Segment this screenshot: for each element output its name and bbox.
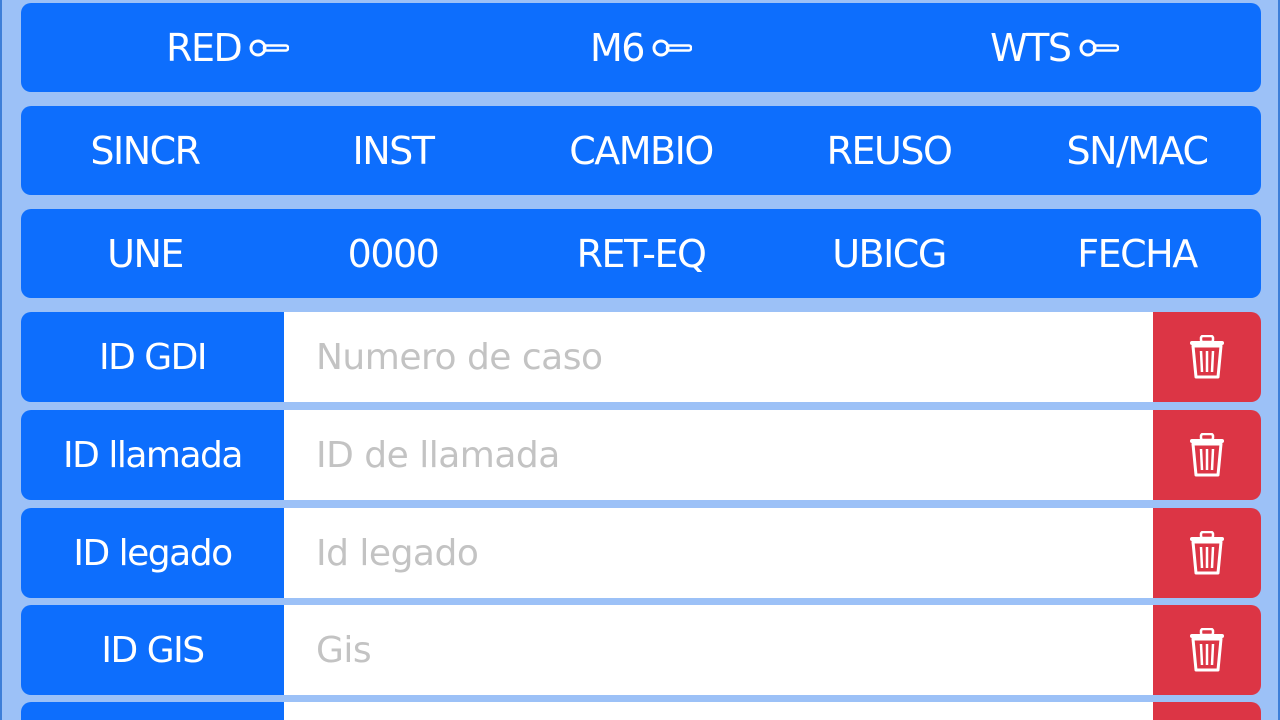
id-gis-input[interactable]: [284, 605, 1153, 695]
inst-button[interactable]: INST: [269, 129, 517, 173]
id-gdi-label: ID GDI: [21, 312, 284, 402]
ret-eq-button[interactable]: RET-EQ: [517, 232, 765, 276]
trash-icon: [1190, 335, 1224, 379]
field-row-id-gdi: ID GDI: [21, 312, 1261, 402]
ubicg-button[interactable]: UBICG: [765, 232, 1013, 276]
wts-key-button[interactable]: WTS: [848, 26, 1261, 70]
field-row-partial: [21, 702, 1261, 720]
trash-icon: [1190, 433, 1224, 477]
id-legado-input[interactable]: [284, 508, 1153, 598]
id-llamada-label: ID llamada: [21, 410, 284, 500]
id-gis-label: ID GIS: [21, 605, 284, 695]
red-key-button[interactable]: RED: [21, 26, 434, 70]
cambio-button[interactable]: CAMBIO: [517, 129, 765, 173]
actions-bar-1: SINCR INST CAMBIO REUSO SN/MAC: [21, 106, 1261, 195]
sincr-button[interactable]: SINCR: [21, 129, 269, 173]
clear-id-gis-button[interactable]: [1153, 605, 1261, 695]
id-llamada-input[interactable]: [284, 410, 1153, 500]
partial-row-delete[interactable]: [1153, 702, 1261, 720]
reuso-button[interactable]: REUSO: [765, 129, 1013, 173]
field-row-id-legado: ID legado: [21, 508, 1261, 598]
key-icon: [652, 39, 692, 56]
trash-icon: [1190, 628, 1224, 672]
zero-code-button[interactable]: 0000: [269, 232, 517, 276]
red-label: RED: [166, 25, 243, 70]
partial-row-label: [21, 702, 284, 720]
id-legado-label: ID legado: [21, 508, 284, 598]
id-gdi-input[interactable]: [284, 312, 1153, 402]
left-border: [0, 0, 2, 720]
trash-icon: [1190, 531, 1224, 575]
m6-label: M6: [590, 25, 645, 70]
key-toggle-bar: RED M6 WTS: [21, 3, 1261, 92]
actions-bar-2: UNE 0000 RET-EQ UBICG FECHA: [21, 209, 1261, 298]
fecha-button[interactable]: FECHA: [1013, 232, 1261, 276]
field-row-id-gis: ID GIS: [21, 605, 1261, 695]
field-row-id-llamada: ID llamada: [21, 410, 1261, 500]
clear-id-llamada-button[interactable]: [1153, 410, 1261, 500]
une-button[interactable]: UNE: [21, 232, 269, 276]
clear-id-gdi-button[interactable]: [1153, 312, 1261, 402]
m6-key-button[interactable]: M6: [434, 26, 847, 70]
clear-id-legado-button[interactable]: [1153, 508, 1261, 598]
sn-mac-button[interactable]: SN/MAC: [1013, 129, 1261, 173]
key-icon: [249, 39, 290, 56]
wts-label: WTS: [990, 25, 1072, 70]
partial-row-input[interactable]: [284, 702, 1153, 720]
key-icon: [1079, 39, 1119, 56]
